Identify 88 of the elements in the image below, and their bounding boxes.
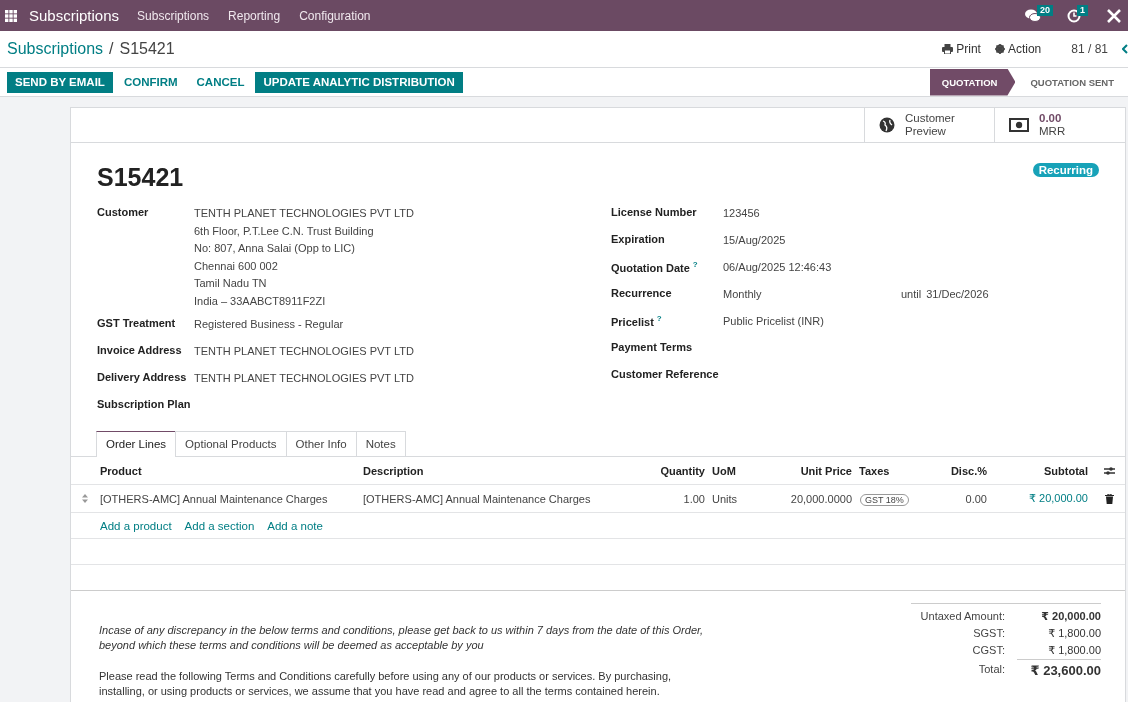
field-label: Subscription Plan [97,397,192,412]
field-label: GST Treatment [97,316,177,331]
table-cell-text: ₹ 20,000.00 [1028,492,1089,505]
activity-count-badge: 1 [1077,5,1088,16]
menu-item[interactable]: Configuration [299,8,371,23]
total-value: ₹ 1,800.00 [1047,626,1101,641]
until-label: until [901,287,922,302]
breadcrumb-current: S15421 [119,40,175,58]
notebook-tab[interactable]: Order Lines [96,431,177,457]
field-label: Quotation Date [611,261,690,274]
total-label: Untaxed Amount: [920,609,1005,624]
end-date-value[interactable]: 31/Dec/2026 [926,285,989,312]
breadcrumb-separator: / [109,40,114,58]
field-value[interactable]: 15/Aug/2025 [723,231,901,258]
terms-paragraph: Incase of any discrepancy in the below terms and conditions, please get back to us within 7 days from the date of this Order, beyond which these terms and conditions will be deemed as acceptable by you [99,623,705,653]
column-header[interactable]: Disc.% [919,464,993,477]
recurring-badge: Recurring [1032,163,1099,177]
field-value: Registered Business - Regular [194,317,345,332]
record-title: S15421 [97,163,184,192]
field-value: TENTH PLANET TECHNOLOGIES PVT LTD [194,371,415,386]
field-label: Pricelist [611,315,654,328]
field-value: Chennai 600 002 [194,258,279,274]
table-cell-text: Units [711,492,739,505]
total-label: CGST: [972,643,1005,658]
column-header[interactable]: UoM [711,464,759,477]
field-value[interactable]: Public Pricelist (INR) [723,312,901,339]
drag-handle-icon[interactable] [82,494,88,503]
app-name[interactable]: Subscriptions [29,7,120,24]
add-line-link[interactable]: Add a product [100,519,172,532]
field-label: Customer Reference [611,368,719,380]
status-stage[interactable]: QUOTATION SENT [1018,68,1128,96]
print-button[interactable]: Print [942,42,981,56]
banknote-icon [1009,118,1029,132]
help-tooltip[interactable]: ? [692,260,698,269]
column-header[interactable]: Taxes [858,464,919,477]
field-value: No: 807, Anna Salai (Opp to LIC) [194,241,356,256]
total-value: ₹ 1,800.00 [1047,643,1101,658]
table-cell-text: [OTHERS-AMC] Annual Maintenance Charges [99,492,329,505]
trash-icon[interactable] [1105,493,1114,504]
add-line-link[interactable]: Add a note [267,519,323,532]
printer-icon [942,44,954,54]
field-value: TENTH PLANET TECHNOLOGIES PVT LTD [194,344,415,359]
table-cell-text: [OTHERS-AMC] Annual Maintenance Charges [362,492,592,505]
column-settings-icon[interactable] [1104,465,1115,476]
add-line-link[interactable]: Add a section [184,519,255,532]
field-label: Invoice Address [97,343,183,358]
status-stage[interactable]: QUOTATION [929,68,1016,96]
field-value: TENTH PLANET TECHNOLOGIES PVT LTD [194,206,415,221]
menu-item[interactable]: Subscriptions [137,8,210,23]
field-value: India – 33AABCT8911F2ZI [194,293,327,309]
action-button[interactable]: SEND BY EMAIL [7,71,113,93]
table-cell-text: 1.00 [682,492,706,505]
total-value: ₹ 23,600.00 [1017,659,1101,679]
column-header[interactable]: Product [99,464,362,477]
action-button[interactable]: CANCEL [188,71,253,93]
field-value[interactable]: 123456 [723,204,901,231]
help-tooltip[interactable]: ? [656,314,662,323]
field-label: Recurrence [611,287,672,299]
terms-paragraph: Please read the following Terms and Conditions carefully before using any of our products or services. By purchasing, installing, or using products or services, we assume that you have read and agree to all the terms contained herein. [99,669,673,699]
column-header[interactable]: Subtotal [993,464,1094,477]
table-cell-text: 0.00 [964,492,988,505]
field-label: Expiration [611,233,665,245]
field-value[interactable]: Monthly [723,285,901,312]
table-cell-text: 20,000.0000 [789,492,853,505]
globe-icon [879,117,895,133]
clock-icon[interactable] [1067,8,1081,23]
total-label: Total: [978,662,1005,677]
menu-item[interactable]: Reporting [228,8,281,23]
action-button[interactable]: Action [994,42,1042,56]
breadcrumb-link[interactable]: Subscriptions [7,40,104,58]
total-value: ₹ 20,000.00 [1040,609,1101,624]
column-header[interactable]: Unit Price [759,464,858,477]
field-label: Delivery Address [97,370,188,385]
field-value: Tamil Nadu TN [194,276,268,291]
pager-count: 81 / 81 [1071,42,1108,56]
apps-menu-icon[interactable] [5,9,17,22]
field-value[interactable]: 06/Aug/2025 12:46:43 [723,258,901,285]
notebook-tab[interactable]: Notes [355,431,406,456]
column-header[interactable]: Description [362,464,599,477]
message-count-badge: 20 [1036,5,1053,16]
column-header[interactable]: Quantity [599,464,711,477]
action-button[interactable]: UPDATE ANALYTIC DISTRIBUTION [255,71,463,93]
total-label: SGST: [973,626,1005,641]
action-button[interactable]: CONFIRM [115,71,186,93]
field-value: 6th Floor, P.T.Lee C.N. Trust Building [194,223,375,239]
field-label: License Number [611,206,697,218]
field-label: Payment Terms [611,341,693,353]
field-label: Customer [97,205,150,220]
